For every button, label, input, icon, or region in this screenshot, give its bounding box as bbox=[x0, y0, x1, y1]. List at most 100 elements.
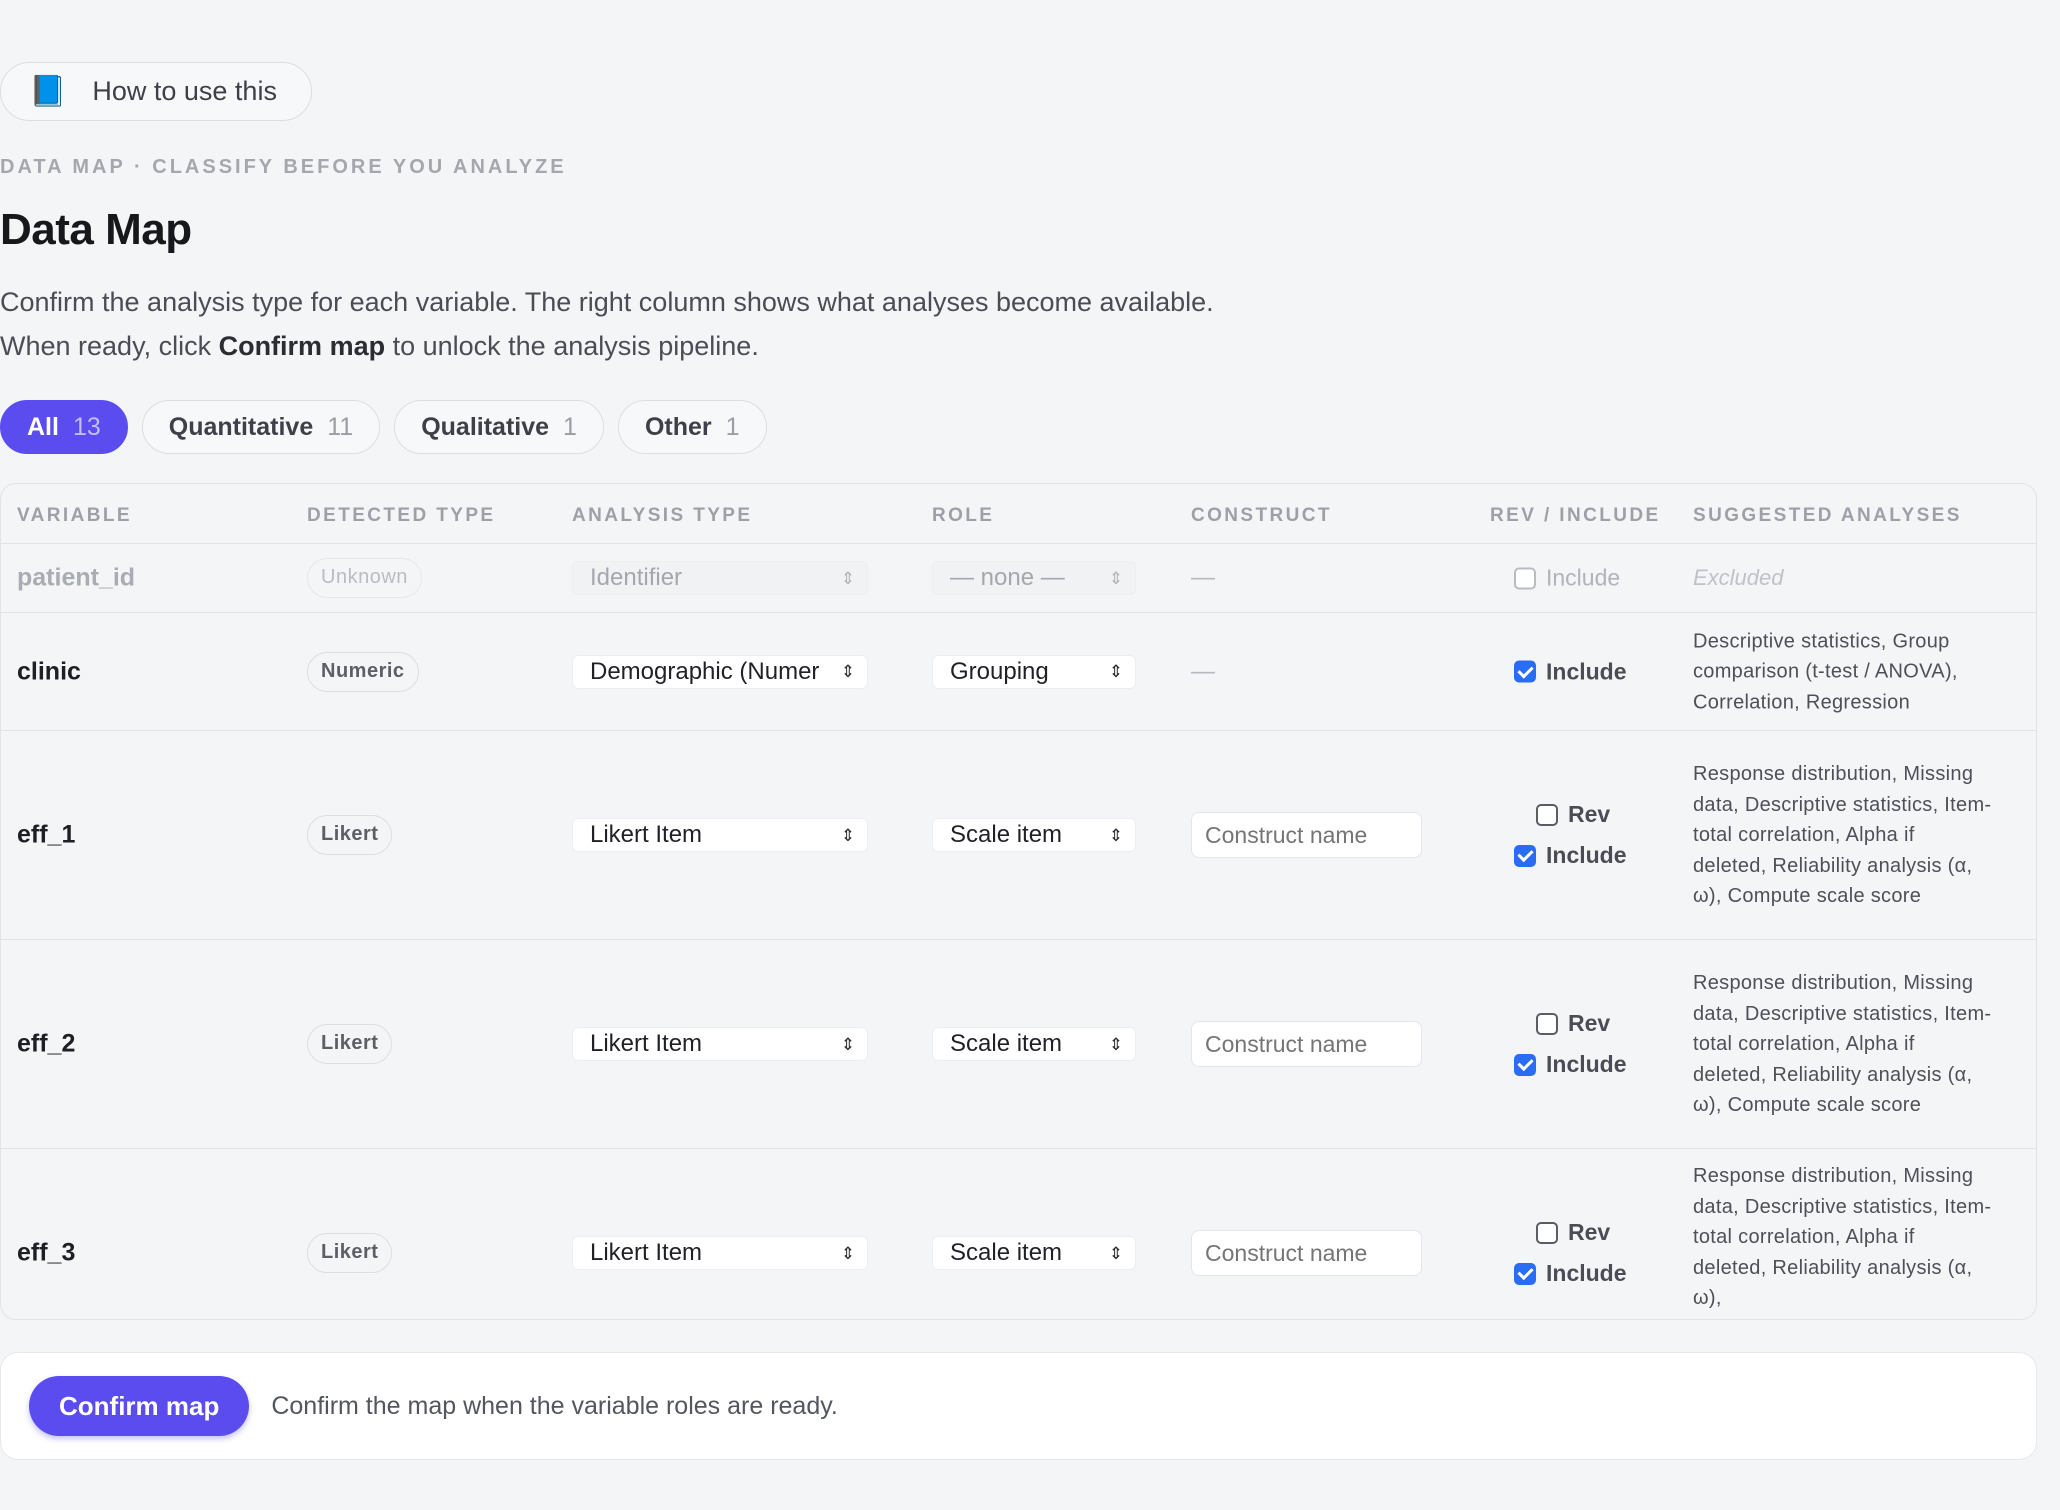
rev-include-group: Rev Include bbox=[1514, 801, 1627, 869]
variable-table: VARIABLE DETECTED TYPE ANALYSIS TYPE ROL… bbox=[0, 483, 2037, 1320]
include-toggle[interactable]: Include bbox=[1514, 1260, 1627, 1287]
suggested-analyses: Response distribution, Missing data, Des… bbox=[1693, 1165, 1992, 1309]
filter-qualitative[interactable]: Qualitative 1 bbox=[394, 400, 604, 454]
description-bold: Confirm map bbox=[218, 331, 386, 361]
construct-input[interactable] bbox=[1191, 1230, 1422, 1276]
column-analysis-type: ANALYSIS TYPE bbox=[572, 505, 753, 526]
include-toggle[interactable]: Include bbox=[1514, 565, 1620, 592]
table-row: eff_1 Likert Likert Item ⇕ Scale item ⇕ … bbox=[1, 731, 2036, 940]
analysis-type-select[interactable]: Likert Item ⇕ bbox=[572, 1236, 868, 1270]
detected-type-badge: Unknown bbox=[307, 558, 422, 598]
rev-include-group: Rev Include bbox=[1514, 1219, 1627, 1287]
include-checkbox[interactable] bbox=[1514, 844, 1536, 867]
role-value: Grouping bbox=[950, 657, 1049, 685]
include-toggle[interactable]: Include bbox=[1514, 842, 1627, 869]
rev-toggle[interactable]: Rev bbox=[1536, 1010, 1627, 1037]
role-value: Scale item bbox=[950, 821, 1063, 848]
detected-type-badge: Likert bbox=[307, 815, 393, 855]
role-select[interactable]: Scale item ⇕ bbox=[932, 818, 1136, 852]
role-value: Scale item bbox=[950, 1239, 1063, 1266]
variable-name: patient_id bbox=[17, 563, 136, 592]
confirm-map-button[interactable]: Confirm map bbox=[29, 1376, 250, 1436]
rev-label: Rev bbox=[1568, 1010, 1611, 1036]
column-rev-include: REV / INCLUDE bbox=[1490, 505, 1661, 526]
description-text: When ready, click bbox=[0, 331, 219, 361]
table-row: patient_id Unknown Identifier ⇕ — none —… bbox=[1, 544, 2036, 613]
eyebrow-label: DATA MAP · CLASSIFY BEFORE YOU ANALYZE bbox=[0, 156, 567, 178]
book-icon: 📘 bbox=[29, 74, 67, 108]
table-row: eff_2 Likert Likert Item ⇕ Scale item ⇕ … bbox=[1, 940, 2036, 1149]
column-suggested-analyses: SUGGESTED ANALYSES bbox=[1693, 505, 1962, 526]
analysis-type-value: Likert Item bbox=[590, 821, 703, 848]
detected-type-cell: Unknown bbox=[307, 558, 422, 598]
filter-count: 13 bbox=[72, 412, 101, 441]
filter-tabs: All 13 Quantitative 11 Qualitative 1 Oth… bbox=[0, 400, 767, 454]
variable-name: eff_2 bbox=[17, 1029, 76, 1058]
role-select[interactable]: — none — ⇕ bbox=[932, 561, 1136, 595]
filter-count: 1 bbox=[563, 412, 577, 441]
page-title: Data Map bbox=[0, 205, 192, 254]
include-checkbox[interactable] bbox=[1514, 660, 1536, 683]
rev-toggle[interactable]: Rev bbox=[1536, 801, 1627, 828]
role-select[interactable]: Grouping ⇕ bbox=[932, 654, 1136, 689]
rev-label: Rev bbox=[1568, 1219, 1611, 1245]
table-row: eff_3 Likert Likert Item ⇕ Scale item ⇕ … bbox=[1, 1149, 2036, 1319]
construct-empty: — bbox=[1191, 564, 1215, 591]
chevron-updown-icon: ⇕ bbox=[840, 1243, 855, 1263]
chevron-updown-icon: ⇕ bbox=[840, 1034, 855, 1054]
variable-name: eff_1 bbox=[17, 820, 76, 849]
include-toggle[interactable]: Include bbox=[1514, 1051, 1627, 1078]
analysis-type-select[interactable]: Demographic (Numer ⇕ bbox=[572, 654, 868, 689]
chevron-updown-icon: ⇕ bbox=[1108, 662, 1123, 681]
column-variable: VARIABLE bbox=[17, 505, 132, 526]
include-checkbox[interactable] bbox=[1514, 567, 1536, 589]
column-detected-type: DETECTED TYPE bbox=[307, 505, 496, 526]
page-description: Confirm the analysis type for each varia… bbox=[0, 280, 1214, 368]
suggested-analyses: Response distribution, Missing data, Des… bbox=[1693, 971, 1992, 1116]
suggested-analyses: Response distribution, Missing data, Des… bbox=[1693, 762, 1992, 907]
detected-type-cell: Likert bbox=[307, 815, 393, 855]
filter-label: Other bbox=[644, 412, 712, 441]
chevron-updown-icon: ⇕ bbox=[1108, 825, 1123, 845]
filter-label: Qualitative bbox=[421, 412, 550, 441]
filter-label: Quantitative bbox=[168, 412, 314, 441]
how-to-use-button[interactable]: 📘 How to use this bbox=[0, 62, 312, 121]
include-checkbox[interactable] bbox=[1514, 1053, 1536, 1076]
chevron-updown-icon: ⇕ bbox=[840, 662, 855, 681]
detected-type-cell: Likert bbox=[307, 1233, 393, 1273]
rev-checkbox[interactable] bbox=[1536, 803, 1558, 826]
description-line-2: When ready, click Confirm map to unlock … bbox=[0, 324, 1214, 368]
analysis-type-value: Identifier bbox=[590, 564, 683, 591]
include-toggle[interactable]: Include bbox=[1514, 658, 1627, 685]
analysis-type-value: Demographic (Numer bbox=[590, 657, 820, 685]
role-select[interactable]: Scale item ⇕ bbox=[932, 1236, 1136, 1270]
data-map-page: 📘 How to use this DATA MAP · CLASSIFY BE… bbox=[0, 0, 2060, 1510]
filter-count: 1 bbox=[725, 412, 740, 441]
variable-name: clinic bbox=[17, 657, 81, 685]
filter-other[interactable]: Other 1 bbox=[617, 400, 767, 454]
role-value: Scale item bbox=[950, 1030, 1063, 1057]
include-label: Include bbox=[1546, 842, 1627, 868]
role-select[interactable]: Scale item ⇕ bbox=[932, 1027, 1136, 1061]
filter-all[interactable]: All 13 bbox=[0, 400, 128, 454]
analysis-type-select[interactable]: Likert Item ⇕ bbox=[572, 1027, 868, 1061]
detected-type-badge: Numeric bbox=[307, 651, 419, 692]
detected-type-badge: Likert bbox=[307, 1024, 393, 1064]
rev-checkbox[interactable] bbox=[1536, 1221, 1558, 1244]
detected-type-cell: Likert bbox=[307, 1024, 393, 1064]
filter-quantitative[interactable]: Quantitative 11 bbox=[141, 400, 381, 454]
analysis-type-value: Likert Item bbox=[590, 1239, 703, 1266]
chevron-updown-icon: ⇕ bbox=[1108, 1034, 1123, 1054]
include-label: Include bbox=[1546, 564, 1621, 591]
construct-input[interactable] bbox=[1191, 812, 1422, 858]
analysis-type-select[interactable]: Identifier ⇕ bbox=[572, 561, 868, 595]
analysis-type-select[interactable]: Likert Item ⇕ bbox=[572, 818, 868, 852]
role-value: — none — bbox=[950, 564, 1065, 591]
rev-label: Rev bbox=[1568, 801, 1611, 827]
rev-toggle[interactable]: Rev bbox=[1536, 1219, 1627, 1246]
confirm-bar: Confirm map Confirm the map when the var… bbox=[0, 1352, 2037, 1460]
construct-input[interactable] bbox=[1191, 1021, 1422, 1067]
include-checkbox[interactable] bbox=[1514, 1262, 1536, 1285]
rev-checkbox[interactable] bbox=[1536, 1012, 1558, 1035]
suggested-analyses: Excluded bbox=[1693, 565, 1784, 590]
